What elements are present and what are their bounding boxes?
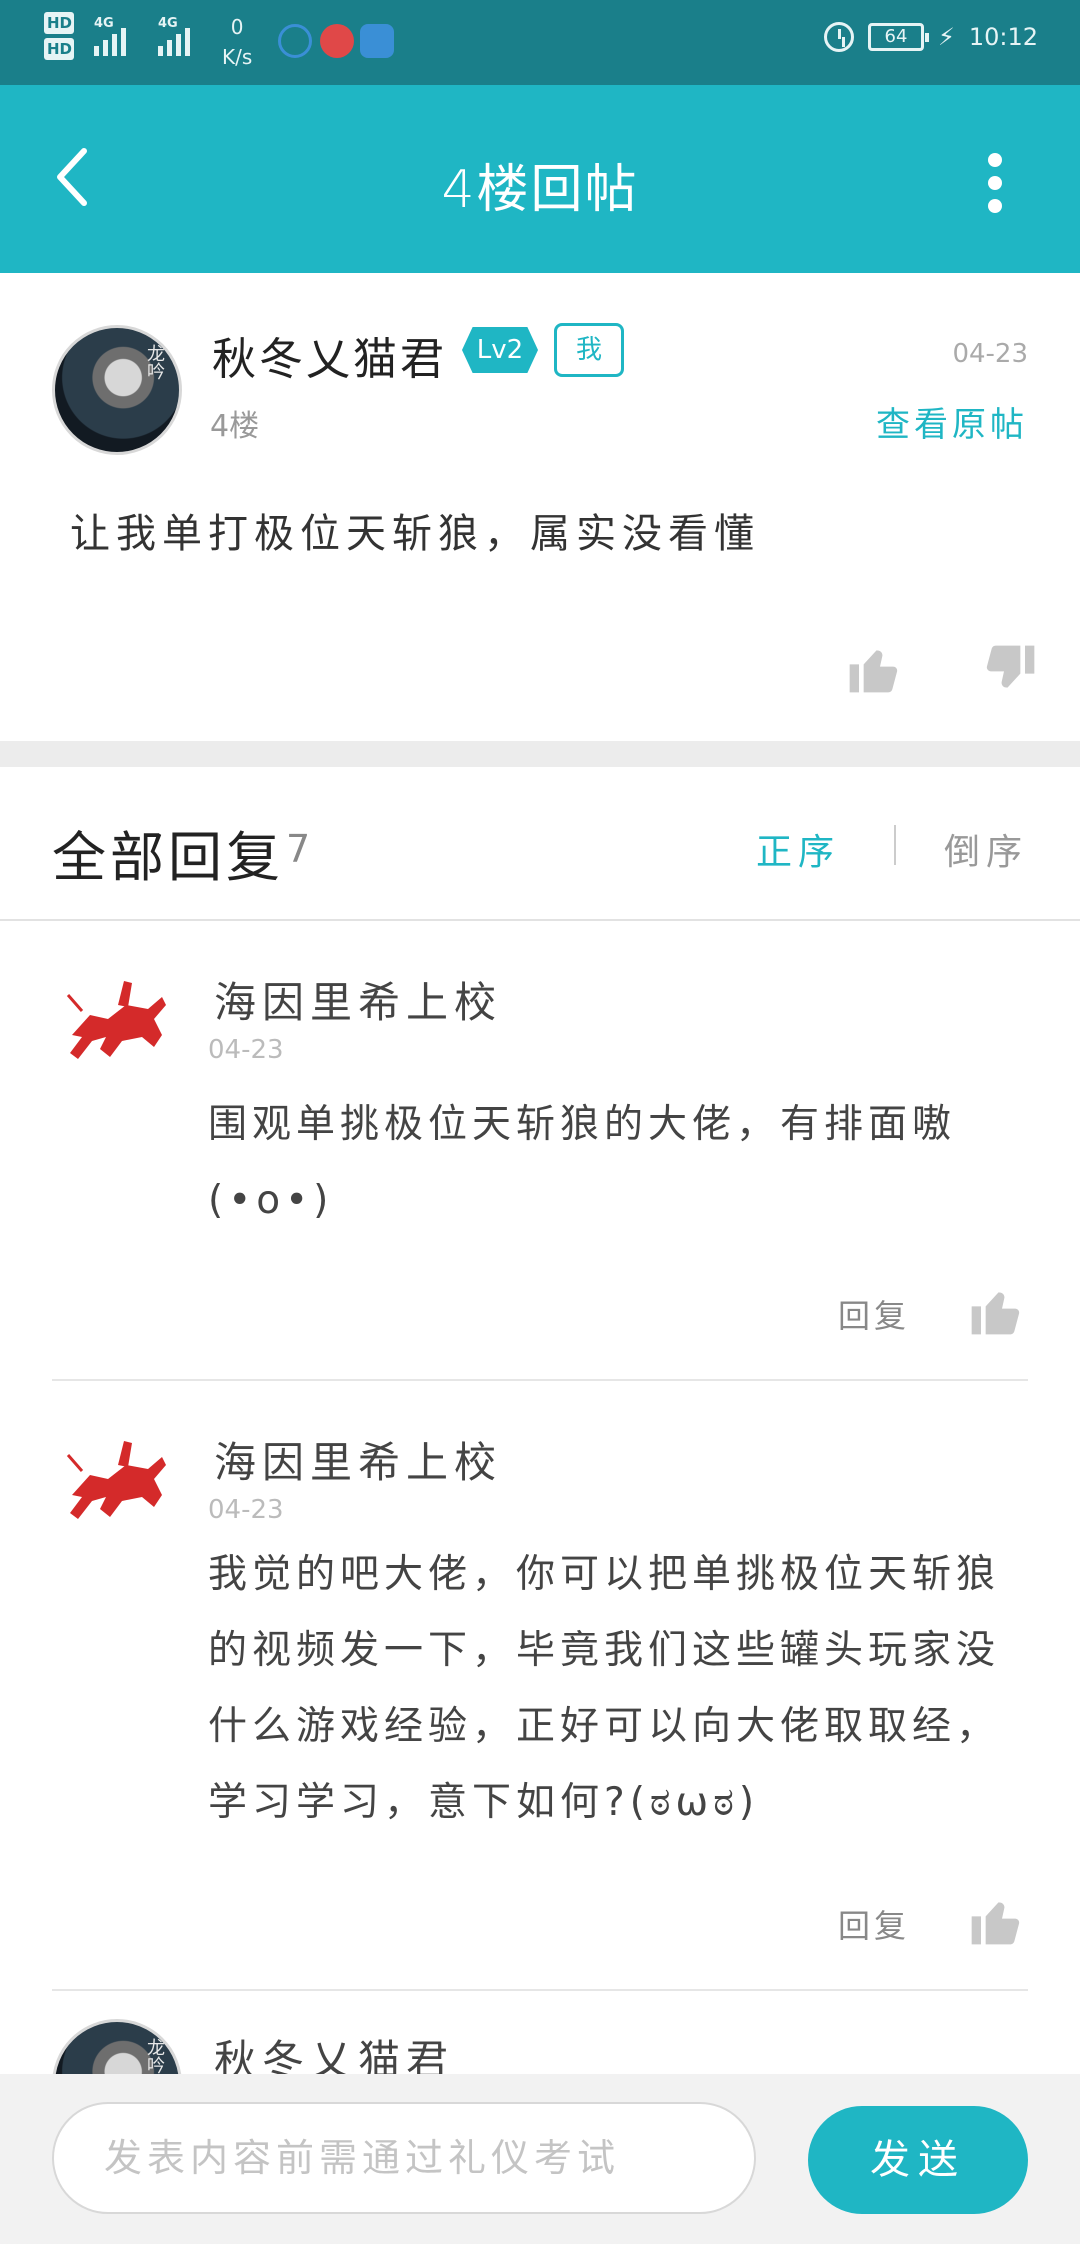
view-original-link[interactable]: 查看原帖	[876, 397, 1028, 446]
reply-item: 海因里希上校 04-23 围观单挑极位天斩狼的大佬，有排面嗷(•o•) 回复	[0, 921, 1080, 1381]
like-button[interactable]	[966, 1283, 1024, 1339]
floor-label: 4楼	[210, 409, 260, 444]
sort-separator	[894, 825, 896, 865]
battery-icon: 64	[867, 23, 929, 51]
author-name[interactable]: 秋冬乂猫君	[212, 323, 447, 387]
net-speed-value: 0	[230, 15, 244, 39]
replies-header: 全部回复 7 正序 倒序	[0, 767, 1080, 921]
red-horse-avatar[interactable]	[62, 1435, 174, 1535]
replies-count: 7	[286, 827, 311, 871]
thumbs-up-icon	[849, 650, 898, 693]
comment-input[interactable]	[52, 2102, 756, 2214]
signal-icon-1: 4G	[94, 16, 126, 56]
hotspot-notification-icon	[360, 24, 394, 58]
network-type-2: 4G	[158, 16, 178, 31]
reply-content: 我觉的吧大佬，你可以把单挑极位天斩狼的视频发一下，毕竟我们这些罐头玩家没什么游戏…	[208, 1552, 1001, 1825]
reply-date: 04-23	[208, 1495, 284, 1525]
music-notification-icon	[320, 24, 354, 58]
reply-button[interactable]: 回复	[838, 1901, 910, 1947]
sort-descending-tab[interactable]: 倒序	[944, 823, 1028, 875]
me-badge: 我	[554, 323, 624, 377]
original-post: 秋冬乂猫君 Lv2 我 04-23 4楼 查看原帖 让我单打极位天斩狼，属实没看…	[0, 273, 1080, 741]
app-bar: 4楼回帖	[0, 85, 1080, 273]
author-avatar[interactable]	[52, 325, 182, 455]
page-title: 4楼回帖	[441, 160, 639, 220]
reply-content: 围观单挑极位天斩狼的大佬，有排面嗷(•o•)	[208, 1102, 957, 1223]
red-horse-avatar[interactable]	[62, 975, 174, 1075]
chat-notification-icon	[278, 24, 312, 58]
more-options-button[interactable]	[980, 153, 1010, 213]
level-badge: Lv2	[462, 327, 538, 373]
post-content: 让我单打极位天斩狼，属实没看懂	[70, 511, 760, 557]
thumbs-down-icon	[986, 645, 1035, 688]
reply-item: 秋冬乂猫君	[0, 1991, 1080, 2074]
author-avatar[interactable]	[52, 2019, 182, 2074]
send-button[interactable]: 发送	[808, 2106, 1028, 2214]
clock: 10:12	[968, 23, 1038, 51]
signal-icon-2: 4G	[158, 16, 190, 56]
post-date: 04-23	[952, 339, 1028, 369]
thumbs-up-icon	[971, 1902, 1020, 1945]
section-divider	[0, 741, 1080, 767]
like-button[interactable]	[966, 1893, 1024, 1949]
equestrian-knight-icon	[66, 1441, 166, 1519]
sort-ascending-tab[interactable]: 正序	[756, 823, 840, 875]
reply-date: 04-23	[208, 1035, 284, 1065]
comment-bar: 发送	[0, 2074, 1080, 2244]
reply-author[interactable]: 海因里希上校	[214, 1429, 502, 1490]
charging-icon: ⚡	[937, 23, 955, 51]
thumbs-up-icon	[971, 1292, 1020, 1335]
dislike-button[interactable]	[982, 641, 1040, 697]
equestrian-knight-icon	[66, 981, 166, 1059]
status-bar: HD HD 4G 4G 0 K/s 64 ⚡ 10:12	[0, 0, 1080, 85]
reply-author[interactable]: 海因里希上校	[214, 969, 502, 1030]
more-dot-icon	[988, 153, 1002, 167]
net-speed: 0 K/s	[222, 12, 252, 72]
hd-voice-icon: HD HD	[44, 12, 74, 64]
reply-author[interactable]: 秋冬乂猫君	[214, 2027, 454, 2074]
network-type-1: 4G	[94, 16, 114, 31]
all-replies-title: 全部回复	[52, 826, 284, 889]
reply-item: 海因里希上校 04-23 我觉的吧大佬，你可以把单挑极位天斩狼的视频发一下，毕竟…	[0, 1381, 1080, 1991]
reply-button[interactable]: 回复	[838, 1291, 910, 1337]
net-speed-unit: K/s	[222, 45, 253, 69]
like-button[interactable]	[844, 641, 902, 697]
alarm-icon	[823, 22, 854, 52]
